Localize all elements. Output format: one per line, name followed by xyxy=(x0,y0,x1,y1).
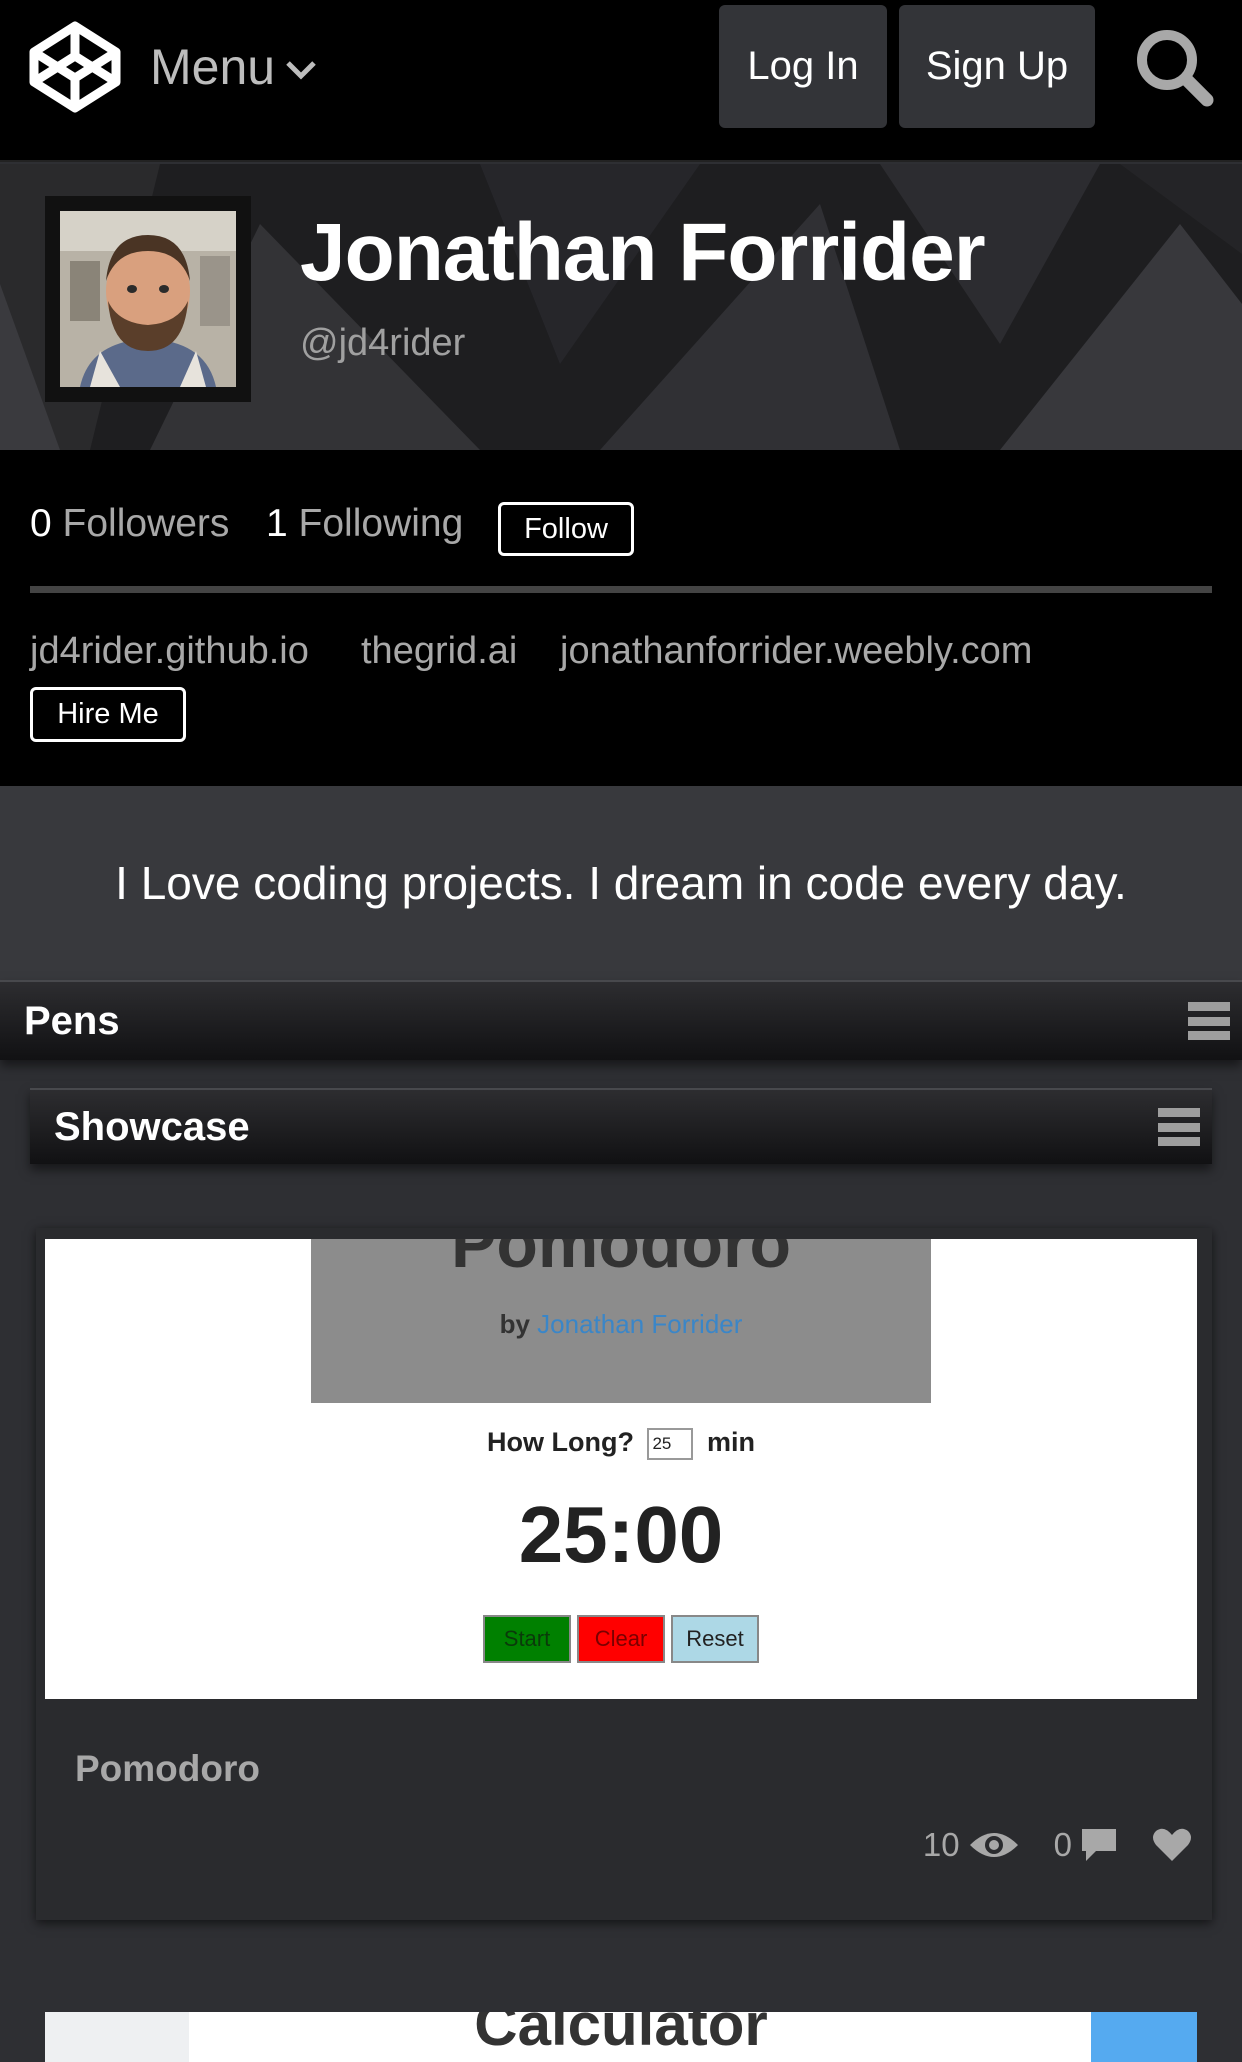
pen-preview[interactable]: Pomodoro by Jonathan Forrider How Long? … xyxy=(45,1239,1197,1699)
showcase-menu-icon[interactable] xyxy=(1158,1108,1200,1146)
pen-card: Pomodoro by Jonathan Forrider How Long? … xyxy=(36,1228,1212,1920)
following-label: Following xyxy=(298,502,464,545)
top-nav: Menu Log In Sign Up xyxy=(0,0,1242,162)
avatar[interactable] xyxy=(60,211,236,387)
min-label: min xyxy=(706,1427,755,1457)
menu-dropdown[interactable]: Menu xyxy=(150,38,317,96)
search-icon[interactable] xyxy=(1133,26,1215,108)
profile-header: Jonathan Forrider @jd4rider xyxy=(0,164,1242,450)
minutes-stepper: 25 xyxy=(647,1427,694,1460)
comments-count: 0 xyxy=(1053,1826,1072,1863)
showcase-section-header: Showcase xyxy=(30,1088,1212,1164)
preview-clear-button: Clear xyxy=(577,1615,665,1663)
menu-label: Menu xyxy=(150,39,276,95)
followers-label: Followers xyxy=(62,502,230,545)
followers-count: 0 xyxy=(30,502,52,545)
preview-by-label: by xyxy=(499,1309,530,1339)
preview-title: Pomodoro xyxy=(451,1239,791,1282)
preview-byline: by Jonathan Forrider xyxy=(311,1309,931,1340)
codepen-logo-icon[interactable] xyxy=(28,20,122,114)
pen-stats: 10 0 xyxy=(923,1826,1192,1864)
eye-icon xyxy=(969,1833,1018,1857)
follow-button[interactable]: Follow xyxy=(498,502,634,556)
showcase-title: Showcase xyxy=(54,1104,250,1149)
chevron-down-icon xyxy=(286,61,316,80)
profile-link-thegrid[interactable]: thegrid.ai xyxy=(361,630,517,673)
avatar-frame xyxy=(45,196,251,402)
following-count: 1 xyxy=(266,502,288,545)
how-long-label: How Long? xyxy=(486,1427,634,1457)
preview-how-long: How Long? 25 min xyxy=(45,1427,1197,1460)
preview-buttons: Start Clear Reset xyxy=(45,1615,1197,1663)
next-preview-title: Calculator xyxy=(474,2012,768,2058)
next-pen-preview[interactable]: Calculator xyxy=(45,2012,1197,2062)
preview-author-link: Jonathan Forrider xyxy=(537,1309,743,1339)
preview-timer: 25:00 xyxy=(518,1490,724,1579)
comment-icon[interactable] xyxy=(1080,1827,1118,1863)
preview-header: Pomodoro by Jonathan Forrider xyxy=(311,1239,931,1403)
pens-section-header: Pens xyxy=(0,980,1242,1060)
profile-link-github[interactable]: jd4rider.github.io xyxy=(30,630,309,673)
following-link[interactable]: 1 Following xyxy=(266,502,463,546)
profile-stats: 0 Followers 1 Following Follow jd4rider.… xyxy=(0,450,1242,786)
pens-title: Pens xyxy=(24,998,120,1043)
hire-me-button[interactable]: Hire Me xyxy=(30,687,186,742)
profile-handle: @jd4rider xyxy=(300,322,466,364)
followers-link[interactable]: 0 Followers xyxy=(30,502,229,546)
pens-menu-icon[interactable] xyxy=(1188,1002,1230,1040)
preview-reset-button: Reset xyxy=(671,1615,759,1663)
profile-name: Jonathan Forrider xyxy=(300,207,986,298)
signup-button[interactable]: Sign Up xyxy=(899,5,1095,128)
profile-bio: I Love coding projects. I dream in code … xyxy=(0,786,1242,980)
pen-title-link[interactable]: Pomodoro xyxy=(75,1748,260,1790)
views-count: 10 xyxy=(922,1826,960,1863)
login-button[interactable]: Log In xyxy=(719,5,887,128)
preview-start-button: Start xyxy=(483,1615,571,1663)
heart-icon[interactable] xyxy=(1152,1827,1192,1863)
divider xyxy=(30,586,1212,593)
profile-link-weebly[interactable]: jonathanforrider.weebly.com xyxy=(560,630,1032,673)
